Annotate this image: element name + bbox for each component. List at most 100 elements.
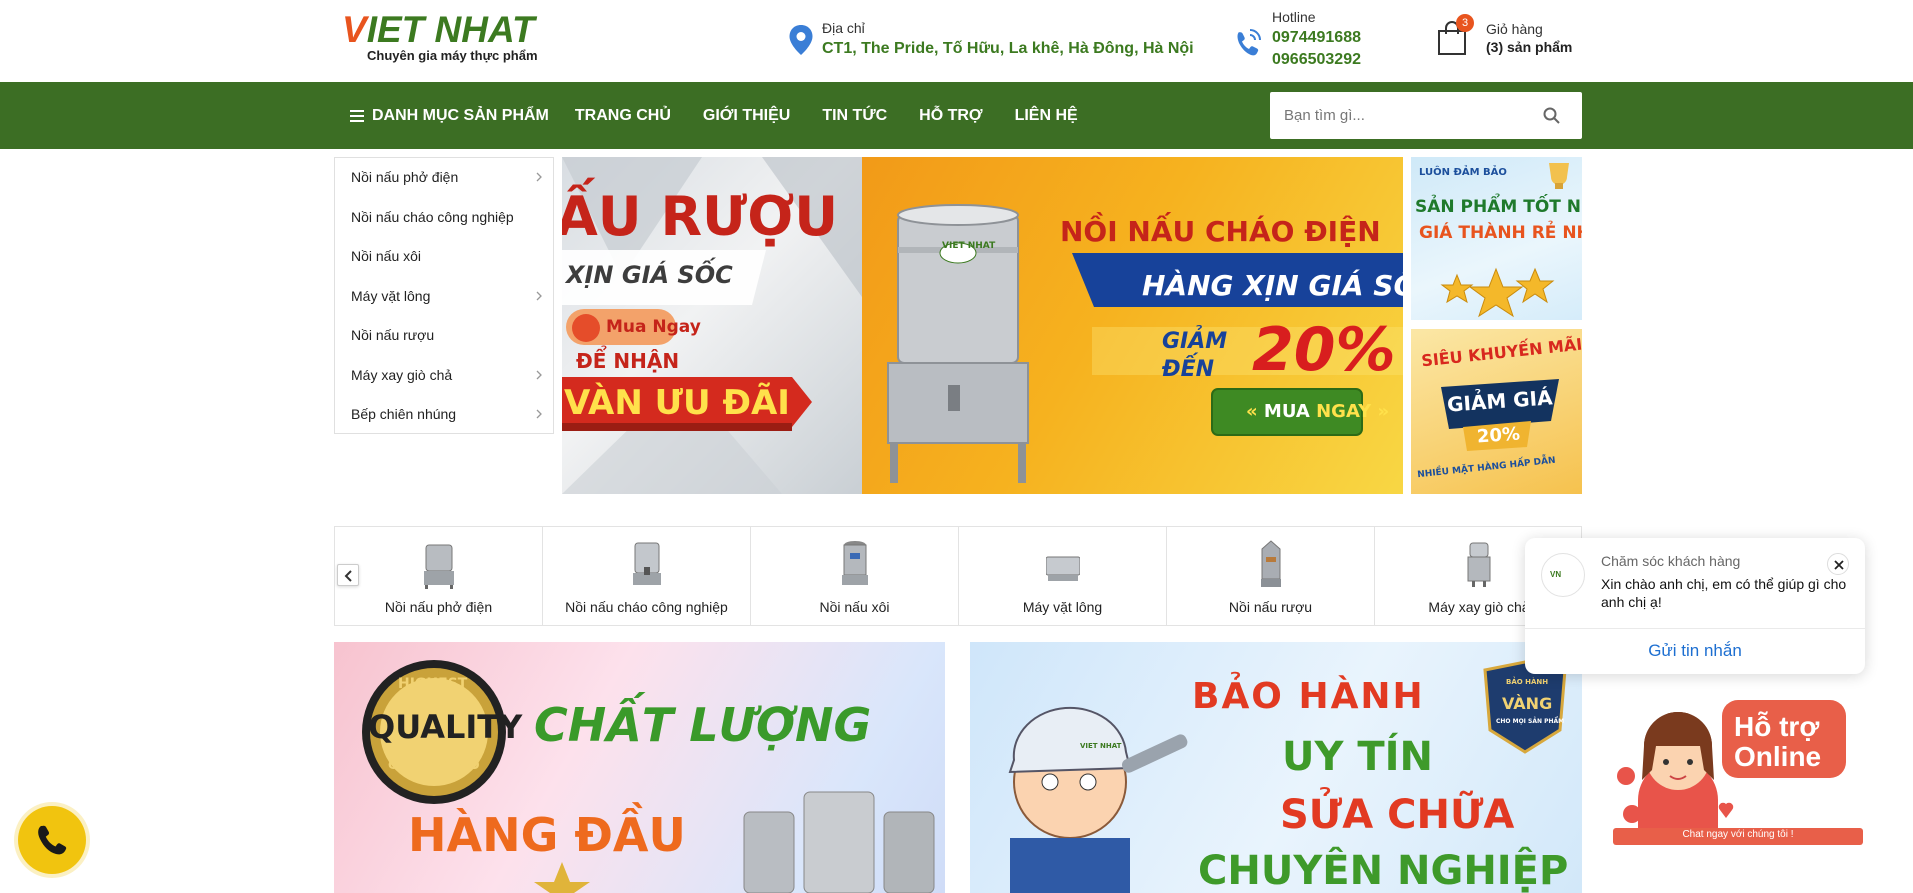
nav-link-support[interactable]: HỖ TRỢ xyxy=(903,82,998,149)
banner-quality[interactable]: HIGHEST QUALITY GUARANTEED CHẤT LƯỢNG HÀ… xyxy=(334,642,945,893)
support-chat-bar[interactable]: Chat ngay với chúng tôi ! xyxy=(1613,828,1863,845)
address-value: CT1, The Pride, Tố Hữu, La khê, Hà Đông,… xyxy=(822,40,1194,57)
slide-b-discount-prefix-1: GIẢM xyxy=(1162,329,1228,354)
category-label: Bếp chiên nhúng xyxy=(351,406,457,422)
slide-b-cta[interactable]: « MUA NGAY » xyxy=(1246,401,1389,422)
banner-quality-line1: CHẤT LƯỢNG xyxy=(534,698,872,752)
nav-link-contact[interactable]: LIÊN HỆ xyxy=(999,82,1094,149)
cart-count-badge: 3 xyxy=(1456,14,1474,32)
banner-warranty-line1: BẢO HÀNH xyxy=(1192,676,1425,717)
promo-best-product[interactable]: LUÔN ĐẢM BẢO SẢN PHẨM TỐT NHẤT GIÁ THÀNH… xyxy=(1411,157,1582,320)
category-menu-button[interactable]: DANH MỤC SẢN PHẨM xyxy=(342,82,559,149)
category-carousel: Nồi nấu phở điện Nồi nấu cháo công nghiệ… xyxy=(334,526,1582,626)
carousel-item[interactable]: Nồi nấu phở điện xyxy=(335,527,543,625)
promo2-line3: 20% xyxy=(1476,423,1521,448)
hotline-number-1[interactable]: 0974491688 xyxy=(1272,29,1361,47)
chat-close-button[interactable] xyxy=(1827,553,1849,575)
carousel-item[interactable]: Máy vặt lông xyxy=(959,527,1167,625)
nav-link-about[interactable]: GIỚI THIỆU xyxy=(687,82,806,149)
category-item[interactable]: Bếp chiên nhúng xyxy=(335,395,553,435)
support-agent-icon xyxy=(1617,712,1734,830)
category-item[interactable]: Máy xay giò chả xyxy=(335,356,553,396)
hotline-label: Hotline xyxy=(1272,9,1316,25)
product-thumb xyxy=(841,541,868,585)
slide-b-discount-prefix-2: ĐẾN xyxy=(1162,357,1215,382)
search-box xyxy=(1270,92,1582,139)
hero-slider[interactable]: ẤU RƯỢU XỊN GIÁ SỐC Mua Ngay ĐỂ NHẬN VÀN… xyxy=(562,157,1403,494)
carousel-item[interactable]: Nồi nấu rượu xyxy=(1167,527,1375,625)
carousel-item[interactable]: Nồi nấu cháo công nghiệp xyxy=(543,527,751,625)
carousel-item[interactable]: Nồi nấu xôi xyxy=(751,527,959,625)
chat-title: Chăm sóc khách hàng xyxy=(1601,553,1741,569)
cart-circle-icon xyxy=(572,314,600,342)
warranty-badge-main: VÀNG xyxy=(1502,694,1553,713)
online-support-widget[interactable]: Hỗ trợ Online Chat ngay với chúng tôi ! xyxy=(1608,700,1866,846)
hotline-number-2[interactable]: 0966503292 xyxy=(1272,51,1361,69)
warranty-badge-bottom: CHO MỌI SẢN PHẨM xyxy=(1496,718,1565,725)
banner-warranty[interactable]: VIET NHAT BẢO HÀNH UY TÍN SỬA CHỮA CHUYÊ… xyxy=(970,642,1582,893)
support-bar-text: Chat ngay với chúng tôi ! xyxy=(1682,829,1794,840)
category-label: Máy xay giò chả xyxy=(351,366,453,383)
slide-porridge-cooker[interactable]: NỒI NẤU CHÁO ĐIỆN HÀNG XỊN GIÁ SỐ GIẢM Đ… xyxy=(862,157,1403,494)
category-menu-label: DANH MỤC SẢN PHẨM xyxy=(372,106,549,124)
product-thumb xyxy=(423,544,454,589)
product-thumb xyxy=(632,542,661,585)
chat-avatar: VN xyxy=(1541,553,1585,597)
category-label: Nồi nấu xôi xyxy=(351,248,422,264)
carousel-prev-button[interactable] xyxy=(337,564,359,586)
slide-a-receive: ĐỂ NHẬN xyxy=(576,349,680,373)
banner-warranty-line2: UY TÍN xyxy=(1282,734,1434,780)
promo1-line2: SẢN PHẨM TỐT NHẤT xyxy=(1415,197,1582,217)
slide-a-offer: VÀN ƯU ĐÃI xyxy=(564,383,790,423)
call-now-button[interactable] xyxy=(18,806,86,874)
location-pin-icon xyxy=(789,25,813,55)
category-item[interactable]: Nồi nấu phở điện xyxy=(335,158,553,198)
chat-popup: VN Chăm sóc khách hàng Xin chào anh chị,… xyxy=(1525,538,1865,674)
product-brand-label: VIET NHAT xyxy=(942,241,996,251)
carousel-caption: Máy vặt lông xyxy=(1022,599,1103,615)
carousel-caption: Nồi nấu phở điện xyxy=(384,599,493,615)
logo-wordmark: VIET NHAT xyxy=(342,9,535,50)
slide-b-discount: 20% xyxy=(1252,315,1396,385)
chevron-right-icon xyxy=(536,370,542,379)
site-header: VIET NHAT Chuyên gia máy thực phẩm Địa c… xyxy=(0,0,1913,82)
chat-send-button[interactable]: Gửi tin nhắn xyxy=(1525,628,1865,674)
cart-button[interactable]: 3 Giỏ hàng (3) sản phẩm xyxy=(1436,14,1596,58)
slide-b-ribbon: HÀNG XỊN GIÁ SỐ xyxy=(1142,269,1403,302)
warranty-badge-top: BẢO HÀNH xyxy=(1506,678,1549,686)
site-logo[interactable]: VIET NHAT Chuyên gia máy thực phẩm xyxy=(342,10,572,68)
category-item[interactable]: Nồi nấu cháo công nghiệp xyxy=(335,198,553,238)
chevron-right-icon xyxy=(536,291,542,300)
carousel-caption: Nồi nấu rượu xyxy=(1228,599,1313,615)
slide-a-ribbon: XỊN GIÁ SỐC xyxy=(566,261,733,289)
chat-avatar-logo: VN xyxy=(1550,570,1562,579)
chevron-right-icon xyxy=(536,172,542,182)
seal-bottom-text: GUARANTEED xyxy=(388,758,480,772)
category-item[interactable]: Nồi nấu rượu xyxy=(335,316,553,356)
cta-mua-label: MUA xyxy=(1263,401,1310,422)
promo1-line3: GIÁ THÀNH RẺ NHẤT xyxy=(1419,223,1582,243)
nav-links: DANH MỤC SẢN PHẨM TRANG CHỦ GIỚI THIỆU T… xyxy=(342,82,1094,149)
hamburger-icon xyxy=(350,110,364,122)
search-input[interactable] xyxy=(1270,92,1540,139)
product-thumb xyxy=(1045,556,1080,581)
banner-warranty-line4: CHUYÊN NGHIỆP xyxy=(1198,848,1569,893)
slide-a-buy-label: Mua Ngay xyxy=(606,317,701,337)
slide-rice-wine[interactable]: ẤU RƯỢU XỊN GIÁ SỐC Mua Ngay ĐỂ NHẬN VÀN… xyxy=(562,157,862,494)
product-thumb xyxy=(1260,540,1281,587)
promo-super-sale[interactable]: SIÊU KHUYẾN MÃI GIẢM GIÁ 20% NHIỀU MẶT H… xyxy=(1411,329,1582,494)
cart-count-text: (3) sản phẩm xyxy=(1486,39,1573,55)
carousel-caption: Nồi nấu xôi xyxy=(819,599,890,615)
product-thumb xyxy=(1467,542,1491,587)
search-icon[interactable] xyxy=(1543,107,1560,124)
banner-quality-line2: HÀNG ĐẦU xyxy=(408,808,686,862)
support-line1: Hỗ trợ xyxy=(1734,711,1820,742)
slide-a-headline: ẤU RƯỢU xyxy=(562,185,839,248)
nav-link-news[interactable]: TIN TỨC xyxy=(806,82,903,149)
chevron-right-icon xyxy=(536,409,542,419)
nav-link-home[interactable]: TRANG CHỦ xyxy=(559,82,687,149)
cta-ngay-label: NGAY xyxy=(1316,401,1372,422)
seal-main-text: QUALITY xyxy=(368,708,523,746)
category-item[interactable]: Máy vặt lông xyxy=(335,277,553,317)
category-item[interactable]: Nồi nấu xôi xyxy=(335,237,553,277)
